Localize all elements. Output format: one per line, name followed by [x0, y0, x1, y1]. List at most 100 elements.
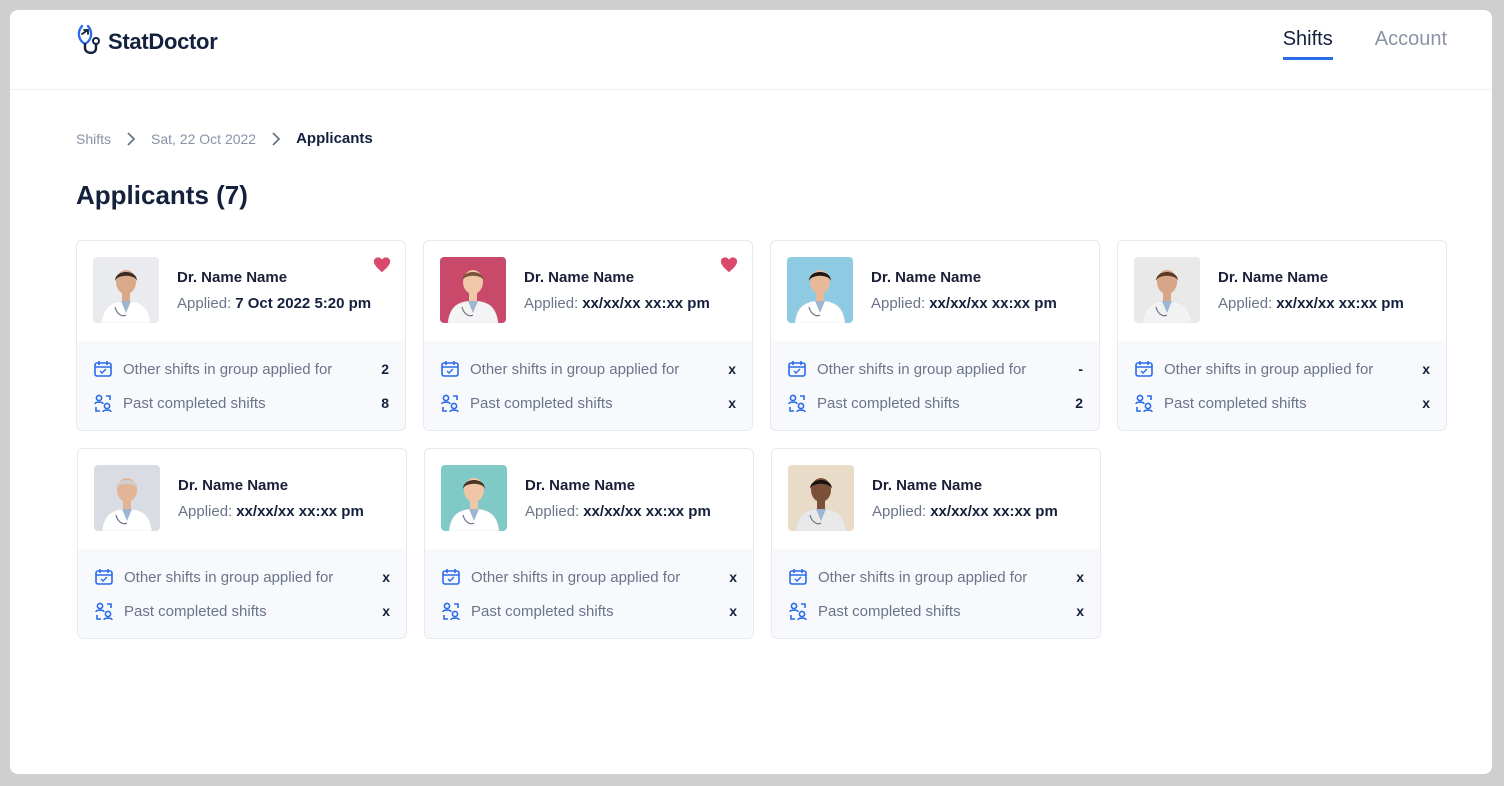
applicant-stats: Other shifts in group applied for x Past c… [78, 549, 406, 638]
applied-label: Applied: [872, 503, 927, 520]
calendar-icon [787, 359, 817, 379]
user-history-icon [1134, 393, 1164, 413]
applicant-card-header: Dr. Name Name Applied: xx/xx/xx xx:xx pm [1118, 241, 1446, 341]
heart-icon[interactable] [720, 256, 738, 274]
stat-past-shifts: Past completed shifts x [94, 600, 390, 622]
applicant-stats: Other shifts in group applied for - Past c… [771, 341, 1099, 430]
main-nav: Shifts Account [1282, 28, 1447, 60]
stat-value: x [1422, 361, 1430, 377]
breadcrumb: Shifts Sat, 22 Oct 2022 Applicants [76, 130, 373, 147]
stat-value: x [1076, 603, 1084, 619]
calendar-icon [1134, 359, 1164, 379]
stat-value: x [729, 569, 737, 585]
stat-value: x [382, 569, 390, 585]
breadcrumb-date[interactable]: Sat, 22 Oct 2022 [151, 131, 256, 147]
applied-time: Applied: 7 Oct 2022 5:20 pm [177, 295, 371, 312]
user-history-icon [441, 601, 471, 621]
applicant-card-header: Dr. Name Name Applied: xx/xx/xx xx:xx pm [78, 449, 406, 549]
applicant-name[interactable]: Dr. Name Name [525, 477, 635, 494]
stat-other-shifts: Other shifts in group applied for x [440, 358, 736, 380]
applicant-stats: Other shifts in group applied for x Past c… [772, 549, 1100, 638]
applicant-card-header: Dr. Name Name Applied: xx/xx/xx xx:xx pm [425, 449, 753, 549]
stat-label: Past completed shifts [470, 394, 613, 412]
applicant-name[interactable]: Dr. Name Name [1218, 269, 1328, 286]
nav-account[interactable]: Account [1375, 28, 1447, 60]
stat-label: Past completed shifts [124, 602, 267, 620]
applicant-card[interactable]: Dr. Name Name Applied: xx/xx/xx xx:xx pm Ot… [771, 448, 1101, 639]
applied-label: Applied: [177, 295, 232, 312]
breadcrumb-shifts[interactable]: Shifts [76, 131, 111, 147]
applied-value: xx/xx/xx xx:xx pm [236, 503, 364, 520]
stat-past-shifts: Past completed shifts x [1134, 392, 1430, 414]
applicant-card[interactable]: Dr. Name Name Applied: xx/xx/xx xx:xx pm Ot… [1117, 240, 1447, 431]
applicant-name[interactable]: Dr. Name Name [178, 477, 288, 494]
calendar-icon [94, 567, 124, 587]
applicant-card[interactable]: Dr. Name Name Applied: xx/xx/xx xx:xx pm Ot… [77, 448, 407, 639]
user-history-icon [787, 393, 817, 413]
calendar-icon [788, 567, 818, 587]
stat-past-shifts: Past completed shifts 8 [93, 392, 389, 414]
stat-value: x [728, 395, 736, 411]
top-header: StatDoctor Shifts Account [10, 10, 1492, 90]
applied-label: Applied: [524, 295, 579, 312]
user-history-icon [788, 601, 818, 621]
calendar-icon [93, 359, 123, 379]
stat-other-shifts: Other shifts in group applied for x [94, 566, 390, 588]
stat-value: - [1078, 361, 1083, 377]
stat-label: Other shifts in group applied for [818, 568, 1028, 586]
applied-value: 7 Oct 2022 5:20 pm [235, 295, 372, 312]
applicant-name[interactable]: Dr. Name Name [524, 269, 634, 286]
applied-time: Applied: xx/xx/xx xx:xx pm [872, 503, 1058, 520]
stat-value: 2 [1075, 395, 1083, 411]
applied-time: Applied: xx/xx/xx xx:xx pm [871, 295, 1057, 312]
applicant-card[interactable]: Dr. Name Name Applied: xx/xx/xx xx:xx pm Ot… [423, 240, 753, 431]
logo[interactable]: StatDoctor [76, 24, 218, 60]
applicant-card[interactable]: Dr. Name Name Applied: 7 Oct 2022 5:20 pm O… [76, 240, 406, 431]
chevron-right-icon [127, 131, 136, 146]
stat-past-shifts: Past completed shifts x [440, 392, 736, 414]
applicant-name[interactable]: Dr. Name Name [871, 269, 981, 286]
chevron-right-icon [272, 131, 281, 146]
stat-value: x [1422, 395, 1430, 411]
stat-other-shifts: Other shifts in group applied for x [441, 566, 737, 588]
app-window: StatDoctor Shifts Account Shifts Sat, 22… [10, 10, 1492, 774]
applied-time: Applied: xx/xx/xx xx:xx pm [525, 503, 711, 520]
applied-value: xx/xx/xx xx:xx pm [583, 503, 711, 520]
stat-label: Other shifts in group applied for [470, 360, 680, 378]
applied-label: Applied: [178, 503, 233, 520]
applied-value: xx/xx/xx xx:xx pm [930, 503, 1058, 520]
stat-other-shifts: Other shifts in group applied for x [788, 566, 1084, 588]
stat-label: Past completed shifts [818, 602, 961, 620]
applicant-name[interactable]: Dr. Name Name [872, 477, 982, 494]
stat-value: x [382, 603, 390, 619]
applicant-card-header: Dr. Name Name Applied: xx/xx/xx xx:xx pm [771, 241, 1099, 341]
stat-value: x [729, 603, 737, 619]
heart-icon[interactable] [373, 256, 391, 274]
applied-label: Applied: [1218, 295, 1273, 312]
applicant-name[interactable]: Dr. Name Name [177, 269, 287, 286]
page-title: Applicants (7) [76, 180, 248, 210]
applied-value: xx/xx/xx xx:xx pm [929, 295, 1057, 312]
stat-label: Past completed shifts [1164, 394, 1307, 412]
applicant-card[interactable]: Dr. Name Name Applied: xx/xx/xx xx:xx pm Ot… [424, 448, 754, 639]
nav-shifts[interactable]: Shifts [1282, 28, 1333, 60]
avatar [788, 465, 854, 531]
avatar [93, 257, 159, 323]
applicant-stats: Other shifts in group applied for x Past c… [1118, 341, 1446, 430]
calendar-icon [441, 567, 471, 587]
applied-value: xx/xx/xx xx:xx pm [582, 295, 710, 312]
logo-text: StatDoctor [108, 29, 218, 54]
stat-value: x [728, 361, 736, 377]
avatar [787, 257, 853, 323]
applied-label: Applied: [525, 503, 580, 520]
applicant-stats: Other shifts in group applied for 2 Past c… [77, 341, 405, 430]
stat-other-shifts: Other shifts in group applied for - [787, 358, 1083, 380]
applicant-card[interactable]: Dr. Name Name Applied: xx/xx/xx xx:xx pm Ot… [770, 240, 1100, 431]
applied-time: Applied: xx/xx/xx xx:xx pm [1218, 295, 1404, 312]
applicant-stats: Other shifts in group applied for x Past c… [424, 341, 752, 430]
user-history-icon [94, 601, 124, 621]
avatar [94, 465, 160, 531]
stat-label: Past completed shifts [471, 602, 614, 620]
stat-past-shifts: Past completed shifts x [788, 600, 1084, 622]
user-history-icon [93, 393, 123, 413]
